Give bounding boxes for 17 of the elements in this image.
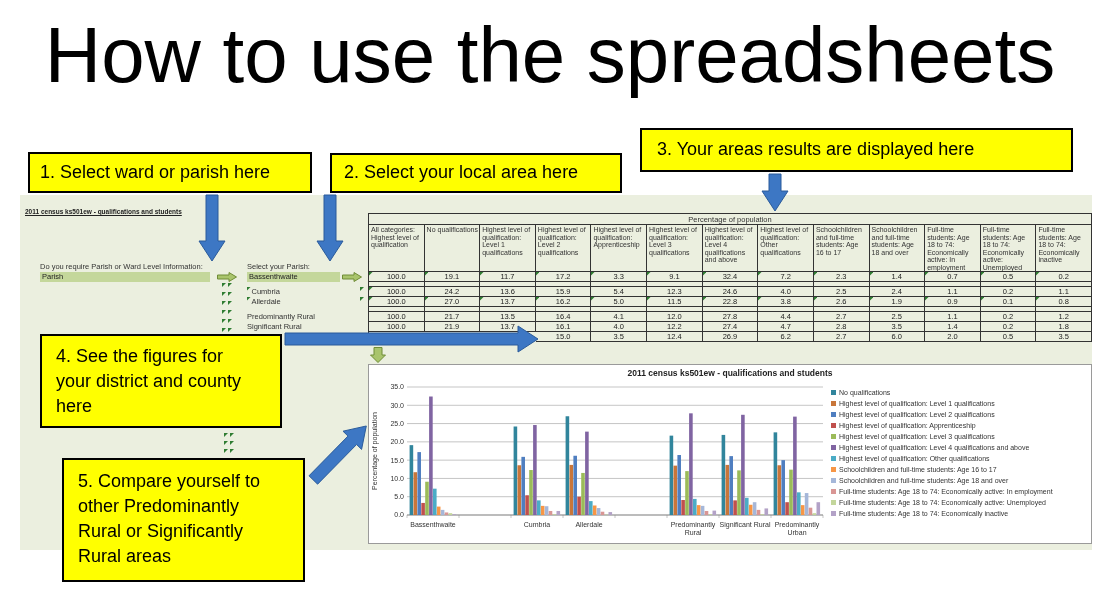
callout-note: 1. Select ward or parish here [28, 152, 312, 193]
callout-note: 4. See the figures for your district and county here [40, 334, 282, 428]
annotation-arrow [307, 425, 367, 486]
callout-note: 5. Compare yourself to other Predominantly Rural or Significantly Rural areas [62, 458, 305, 582]
triangle-markers-icon [224, 433, 234, 453]
slide-title: How to use the spreadsheets [44, 10, 1056, 100]
callout-note: 3. Your areas results are displayed here [640, 128, 1073, 172]
callout-note: 2. Select your local area here [330, 153, 622, 193]
triangle-markers-icon [222, 282, 232, 332]
triangle-markers-icon [360, 287, 364, 301]
annotation-arrow [761, 173, 789, 212]
right-arrow-icon [342, 272, 362, 282]
chart-title: 2011 census ks501ew - qualifications and students [627, 368, 833, 378]
down-arrow-icon [370, 347, 386, 363]
right-arrow-icon [217, 272, 237, 282]
annotation-arrow [198, 194, 226, 262]
annotation-arrow [316, 194, 344, 262]
